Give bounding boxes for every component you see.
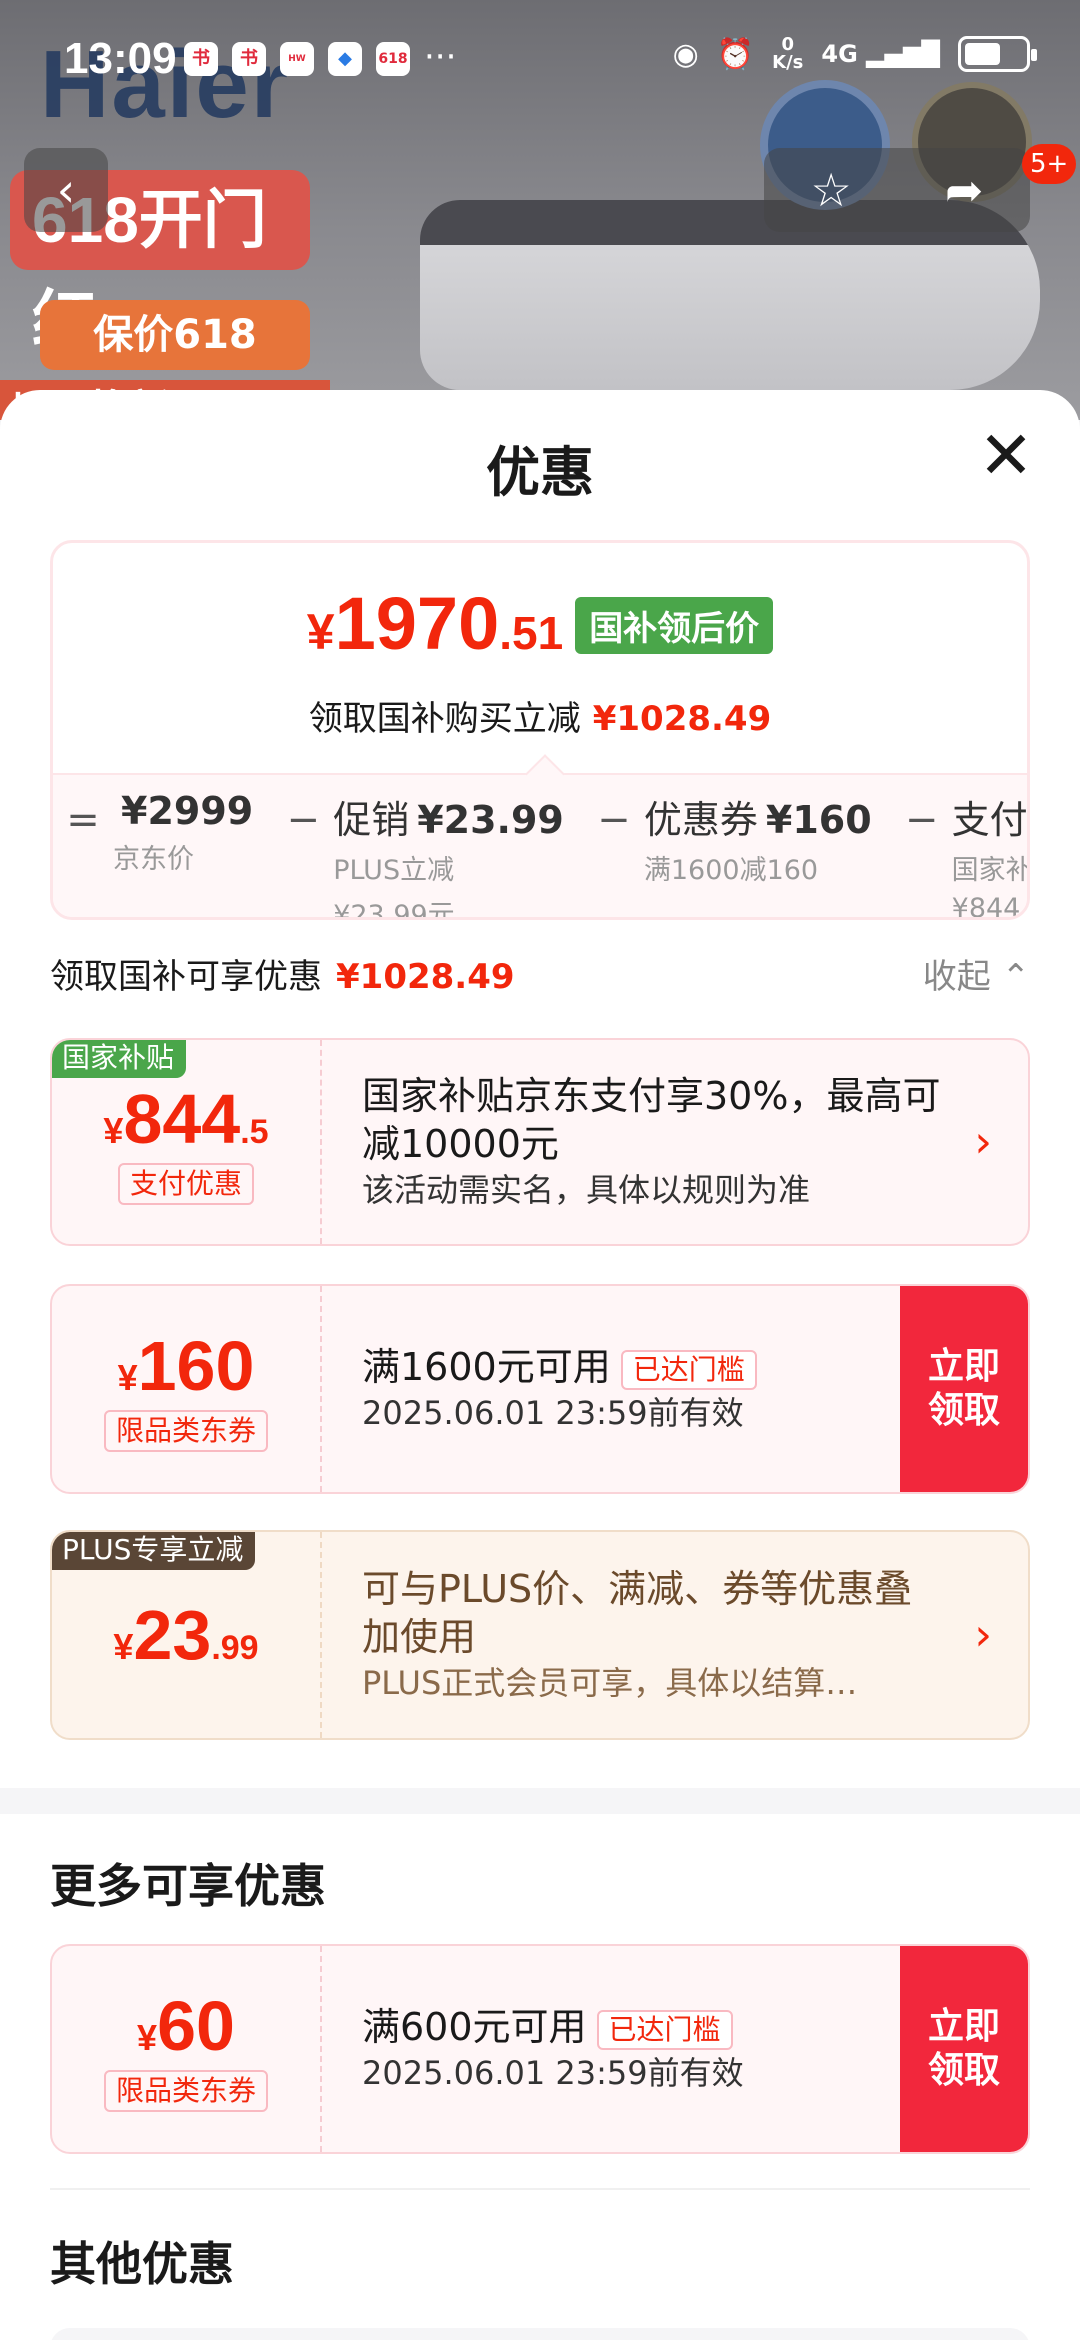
coupon-type: 限品类东券 xyxy=(103,2070,268,2112)
coupon-info: 可与PLUS价、满减、券等优惠叠加使用 PLUS正式会员可享，具体以结算… xyxy=(362,1532,948,1738)
breakdown-item-jd-price: ¥2999 京东价 xyxy=(113,789,254,875)
back-button[interactable]: ‹ xyxy=(24,148,108,232)
coupon-amount: ¥844.5 xyxy=(103,1080,269,1158)
coupon-title: 可与PLUS价、满减、券等优惠叠加使用 xyxy=(362,1567,913,1659)
coupon-title: 国家补贴京东支付享30%，最高可减10000元 xyxy=(362,1074,941,1166)
discount-sheet: 优惠 ✕ ¥1970.51 国补领后价 领取国补购买立减 ¥1028.49 = ¥… xyxy=(0,390,1080,2340)
status-right: ◉ ⏰ 0 K/s 4G ▂▄▆█ xyxy=(672,34,1037,73)
threshold-met-chip: 已达门槛 xyxy=(620,1349,757,1390)
savings-amount: ¥1028.49 xyxy=(592,699,772,739)
minus-sign: − xyxy=(286,797,320,843)
promo-banner-price-protect: 保价618 xyxy=(40,300,310,370)
shield-icon: ◆ xyxy=(328,42,362,76)
coupon-expiry: 2025.06.01 23:59前有效 xyxy=(362,1394,744,1432)
coupon-desc: 该活动需实名，具体以规则为准 xyxy=(362,1171,811,1209)
coupon-type: 支付优惠 xyxy=(117,1163,254,1205)
coupon-amount-block: ¥23.99 xyxy=(52,1532,322,1738)
price-savings-text: 领取国补购买立减 ¥1028.49 xyxy=(308,699,772,739)
coupon-type: 限品类东券 xyxy=(103,1410,268,1452)
alarm-icon: ⏰ xyxy=(716,36,755,72)
coupon-expiry: 2025.06.01 23:59前有效 xyxy=(362,2054,744,2092)
subsidy-section-header: 领取国补可享优惠 ¥1028.49 收起 ⌃ xyxy=(50,948,1030,998)
minus-sign: − xyxy=(904,797,939,843)
coupon-condition: 满600元可用 已达门槛 xyxy=(362,2003,898,2051)
star-icon[interactable]: ☆ xyxy=(811,163,852,217)
breakdown-item-promotion: 促销 ¥23.99 PLUS立减 ¥23.99元 xyxy=(333,798,564,920)
other-offers-title: 其他优惠 xyxy=(50,2237,234,2291)
cart-count-badge: 5+ xyxy=(1022,144,1077,184)
coupon-amount-block: ¥160 限品类东券 xyxy=(52,1286,322,1492)
coupon-amount: ¥23.99 xyxy=(113,1596,259,1674)
coupon-amount: ¥60 xyxy=(137,1987,235,2065)
coupon-60-card: ¥60 限品类东券 满600元可用 已达门槛 2025.06.01 23:59前有… xyxy=(50,1944,1030,2154)
breakdown-row: = ¥2999 京东价 − 促销 ¥23.99 PLUS立减 ¥23.99元 − … xyxy=(53,789,1030,920)
coupon-desc: PLUS正式会员可享，具体以结算… xyxy=(362,1664,858,1702)
net-speed: 0 K/s xyxy=(772,34,804,73)
eye-icon: ◉ xyxy=(672,36,699,72)
status-bar: 13:09 书 书 HW ◆ 618 ··· ◉ ⏰ 0 K/s 4G ▂▄▆█ xyxy=(0,0,1080,120)
coupon-amount-block: ¥60 限品类东券 xyxy=(52,1946,322,2152)
price-breakdown[interactable]: = ¥2999 京东价 − 促销 ¥23.99 PLUS立减 ¥23.99元 − … xyxy=(53,754,1030,920)
coupon-info: 国家补贴京东支付享30%，最高可减10000元 该活动需实名，具体以规则为准 xyxy=(362,1040,948,1244)
coupon-160-card: ¥160 限品类东券 满1600元可用 已达门槛 2025.06.01 23:59… xyxy=(50,1284,1030,1494)
top-action-group: ☆ ➦ xyxy=(764,148,1030,232)
xiaohongshu-icon: 书 xyxy=(184,42,218,76)
breakdown-item-payment: 支付优惠 国家补贴京 ¥844.5 xyxy=(951,798,1030,920)
sheet-title: 优惠 xyxy=(486,441,594,504)
notification-icons: 书 书 HW ◆ 618 ··· xyxy=(184,37,457,77)
battery-icon xyxy=(958,36,1037,72)
minus-sign: − xyxy=(597,797,631,843)
claim-coupon-button[interactable]: 立即领取 xyxy=(900,1946,1028,2152)
close-button[interactable]: ✕ xyxy=(976,423,1036,489)
618-app-icon: 618 xyxy=(376,42,410,76)
share-icon[interactable]: ➦ xyxy=(945,163,984,217)
more-notifications: ··· xyxy=(424,37,457,77)
section-gap xyxy=(0,1788,1080,1814)
divider xyxy=(50,2188,1030,2190)
coupon-amount-block: ¥844.5 支付优惠 xyxy=(52,1040,322,1244)
coupon-info: 满600元可用 已达门槛 2025.06.01 23:59前有效 xyxy=(362,1946,898,2152)
more-offers-title: 更多可享优惠 xyxy=(50,1859,326,1913)
chevron-left-icon: ‹ xyxy=(56,163,76,217)
chevron-right-icon: › xyxy=(974,1609,992,1661)
breakdown-item-coupon: 优惠券 ¥160 满1600减160 xyxy=(643,798,872,886)
huawei-icon: HW xyxy=(280,42,314,76)
plus-discount-card[interactable]: PLUS专享立减 ¥23.99 可与PLUS价、满减、券等优惠叠加使用 PLUS… xyxy=(50,1530,1030,1740)
collapse-toggle[interactable]: 收起 ⌃ xyxy=(923,949,1030,998)
gov-subsidy-price-tag: 国补领后价 xyxy=(575,597,774,654)
gov-subsidy-payment-card[interactable]: 国家补贴 ¥844.5 支付优惠 国家补贴京东支付享30%，最高可减10000元… xyxy=(50,1038,1030,1246)
chevron-right-icon: › xyxy=(974,1116,992,1168)
final-price-row: ¥1970.51 国补领后价 xyxy=(53,581,1027,666)
status-time: 13:09 xyxy=(64,34,177,83)
equals-sign: = xyxy=(66,797,100,843)
subsidy-section-title: 领取国补可享优惠 ¥1028.49 xyxy=(50,956,515,997)
coupon-condition: 满1600元可用 已达门槛 xyxy=(362,1343,898,1391)
xiaohongshu-icon: 书 xyxy=(232,42,266,76)
final-price: ¥1970.51 xyxy=(306,582,564,665)
other-offers-list xyxy=(50,2328,1030,2340)
battery-fill xyxy=(965,43,1000,65)
breakdown-notch xyxy=(525,754,565,794)
coupon-amount: ¥160 xyxy=(117,1327,255,1405)
coupon-info: 满1600元可用 已达门槛 2025.06.01 23:59前有效 xyxy=(362,1286,898,1492)
signal-icon: 4G ▂▄▆█ xyxy=(821,40,940,68)
threshold-met-chip: 已达门槛 xyxy=(596,2009,733,2050)
price-summary-card: ¥1970.51 国补领后价 领取国补购买立减 ¥1028.49 = ¥2999 … xyxy=(50,540,1030,920)
claim-coupon-button[interactable]: 立即领取 xyxy=(900,1286,1028,1492)
close-icon: ✕ xyxy=(978,417,1034,494)
